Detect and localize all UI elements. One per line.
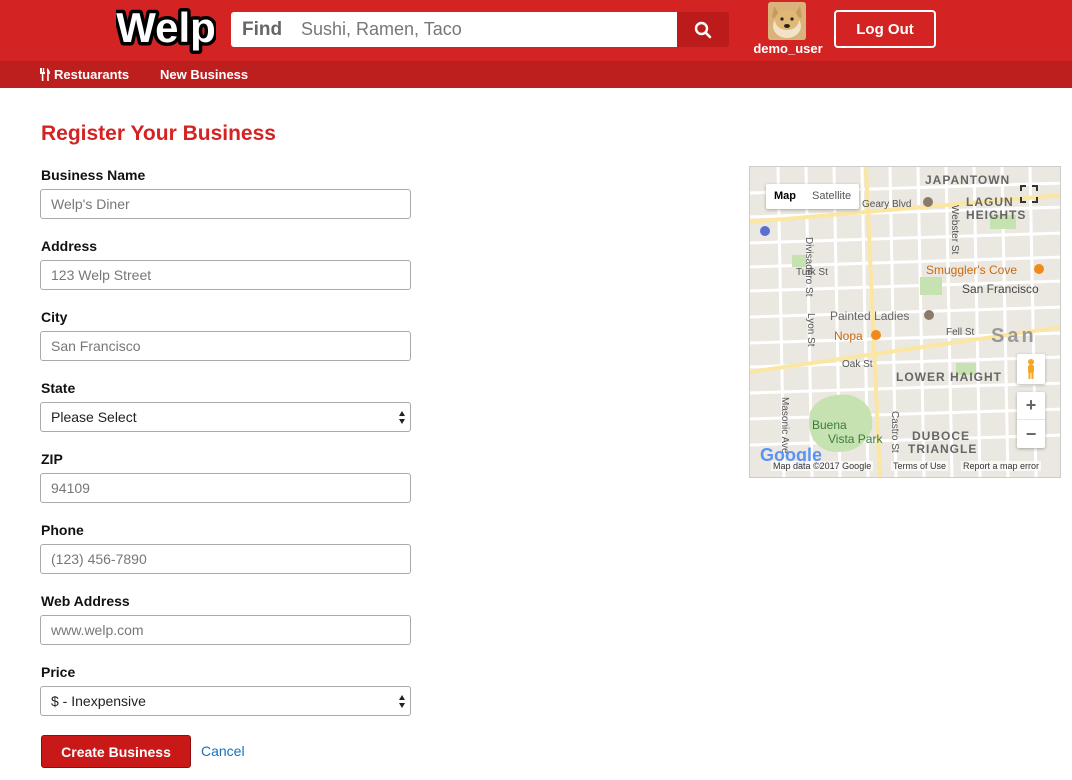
search-bar: Find [231,12,729,47]
find-label: Find [242,18,283,40]
map-type-control: Map Satellite [766,184,860,209]
map-label: Buena [812,418,847,432]
street-view-button[interactable] [1017,354,1045,384]
map-label: Geary Blvd [862,199,912,210]
create-business-button[interactable]: Create Business [41,735,191,768]
nav-new-business[interactable]: New Business [160,67,248,82]
select-arrows-icon [399,695,405,708]
avatar[interactable] [768,2,806,40]
map-label: LAGUN [966,195,1014,209]
zip-input[interactable] [40,473,411,503]
map-label: Fell St [946,327,975,338]
search-input[interactable] [301,12,677,47]
address-input[interactable] [40,260,411,290]
top-header: Welp Welp Find demo_user Log Out [0,0,1072,61]
username[interactable]: demo_user [750,41,826,56]
city-label: City [41,309,68,325]
map-label: Oak St [842,359,873,370]
price-selected-value: $ - Inexpensive [51,693,146,709]
zoom-out-button[interactable]: − [1017,420,1045,448]
business-name-label: Business Name [41,167,146,183]
page-title: Register Your Business [41,122,276,145]
fullscreen-icon [1020,185,1038,203]
sub-navigation: Restuarants New Business [0,61,1072,88]
address-label: Address [41,238,98,254]
map-label: DUBOCE [912,429,971,443]
map-label: JAPANTOWN [925,173,1011,187]
zoom-control: + − [1017,392,1045,448]
search-icon [694,21,712,38]
map-attribution-bar: Map data ©2017 Google Terms of Use Repor… [751,459,1059,477]
map[interactable]: JAPANTOWN LAGUN HEIGHTS Geary Blvd Smugg… [749,166,1061,478]
logout-button[interactable]: Log Out [834,10,936,48]
welp-logo[interactable]: Welp Welp [113,1,220,56]
terms-link[interactable]: Terms of Use [891,461,949,471]
price-label: Price [41,664,76,680]
map-label: Vista Park [828,432,883,446]
map-type-satellite[interactable]: Satellite [804,184,859,209]
map-label: Webster St [949,205,960,255]
web-address-input[interactable] [40,615,411,645]
zoom-in-button[interactable]: + [1017,392,1045,420]
report-map-error-link[interactable]: Report a map error [961,461,1042,471]
utensils-icon [40,68,50,81]
nav-restaurants-label: Restuarants [54,67,130,82]
phone-input[interactable] [40,544,411,574]
map-label: Painted Ladies [830,309,910,323]
search-button[interactable] [677,12,729,47]
map-label: San Francisco [962,282,1039,296]
map-label: Nopa [834,329,863,343]
zip-label: ZIP [41,451,63,467]
state-label: State [41,380,76,396]
logo-text: Welp [116,4,216,51]
map-label: Divisadero St [803,237,814,297]
phone-label: Phone [41,522,84,538]
business-name-input[interactable] [40,189,411,219]
pegman-icon [1028,359,1034,379]
map-label: San [991,325,1037,347]
web-address-label: Web Address [41,593,130,609]
state-selected-value: Please Select [51,409,137,425]
select-arrows-icon [399,411,405,424]
map-type-map[interactable]: Map [766,184,804,209]
map-label: HEIGHTS [966,208,1027,222]
map-label: TRIANGLE [908,442,978,456]
map-attribution: Map data ©2017 Google [771,461,874,471]
nav-restaurants[interactable]: Restuarants [40,67,129,82]
search-box: Find [231,12,677,47]
map-label: LOWER HAIGHT [896,370,1002,384]
map-label: Smuggler's Cove [926,263,1017,277]
price-select[interactable]: $ - Inexpensive [40,686,411,716]
map-label: Lyon St [805,313,816,347]
cancel-link[interactable]: Cancel [201,743,245,759]
state-select[interactable]: Please Select [40,402,411,432]
fullscreen-button[interactable] [1015,180,1043,208]
city-input[interactable] [40,331,411,361]
nav-new-business-label: New Business [160,67,249,82]
map-label: Castro St [889,411,900,453]
